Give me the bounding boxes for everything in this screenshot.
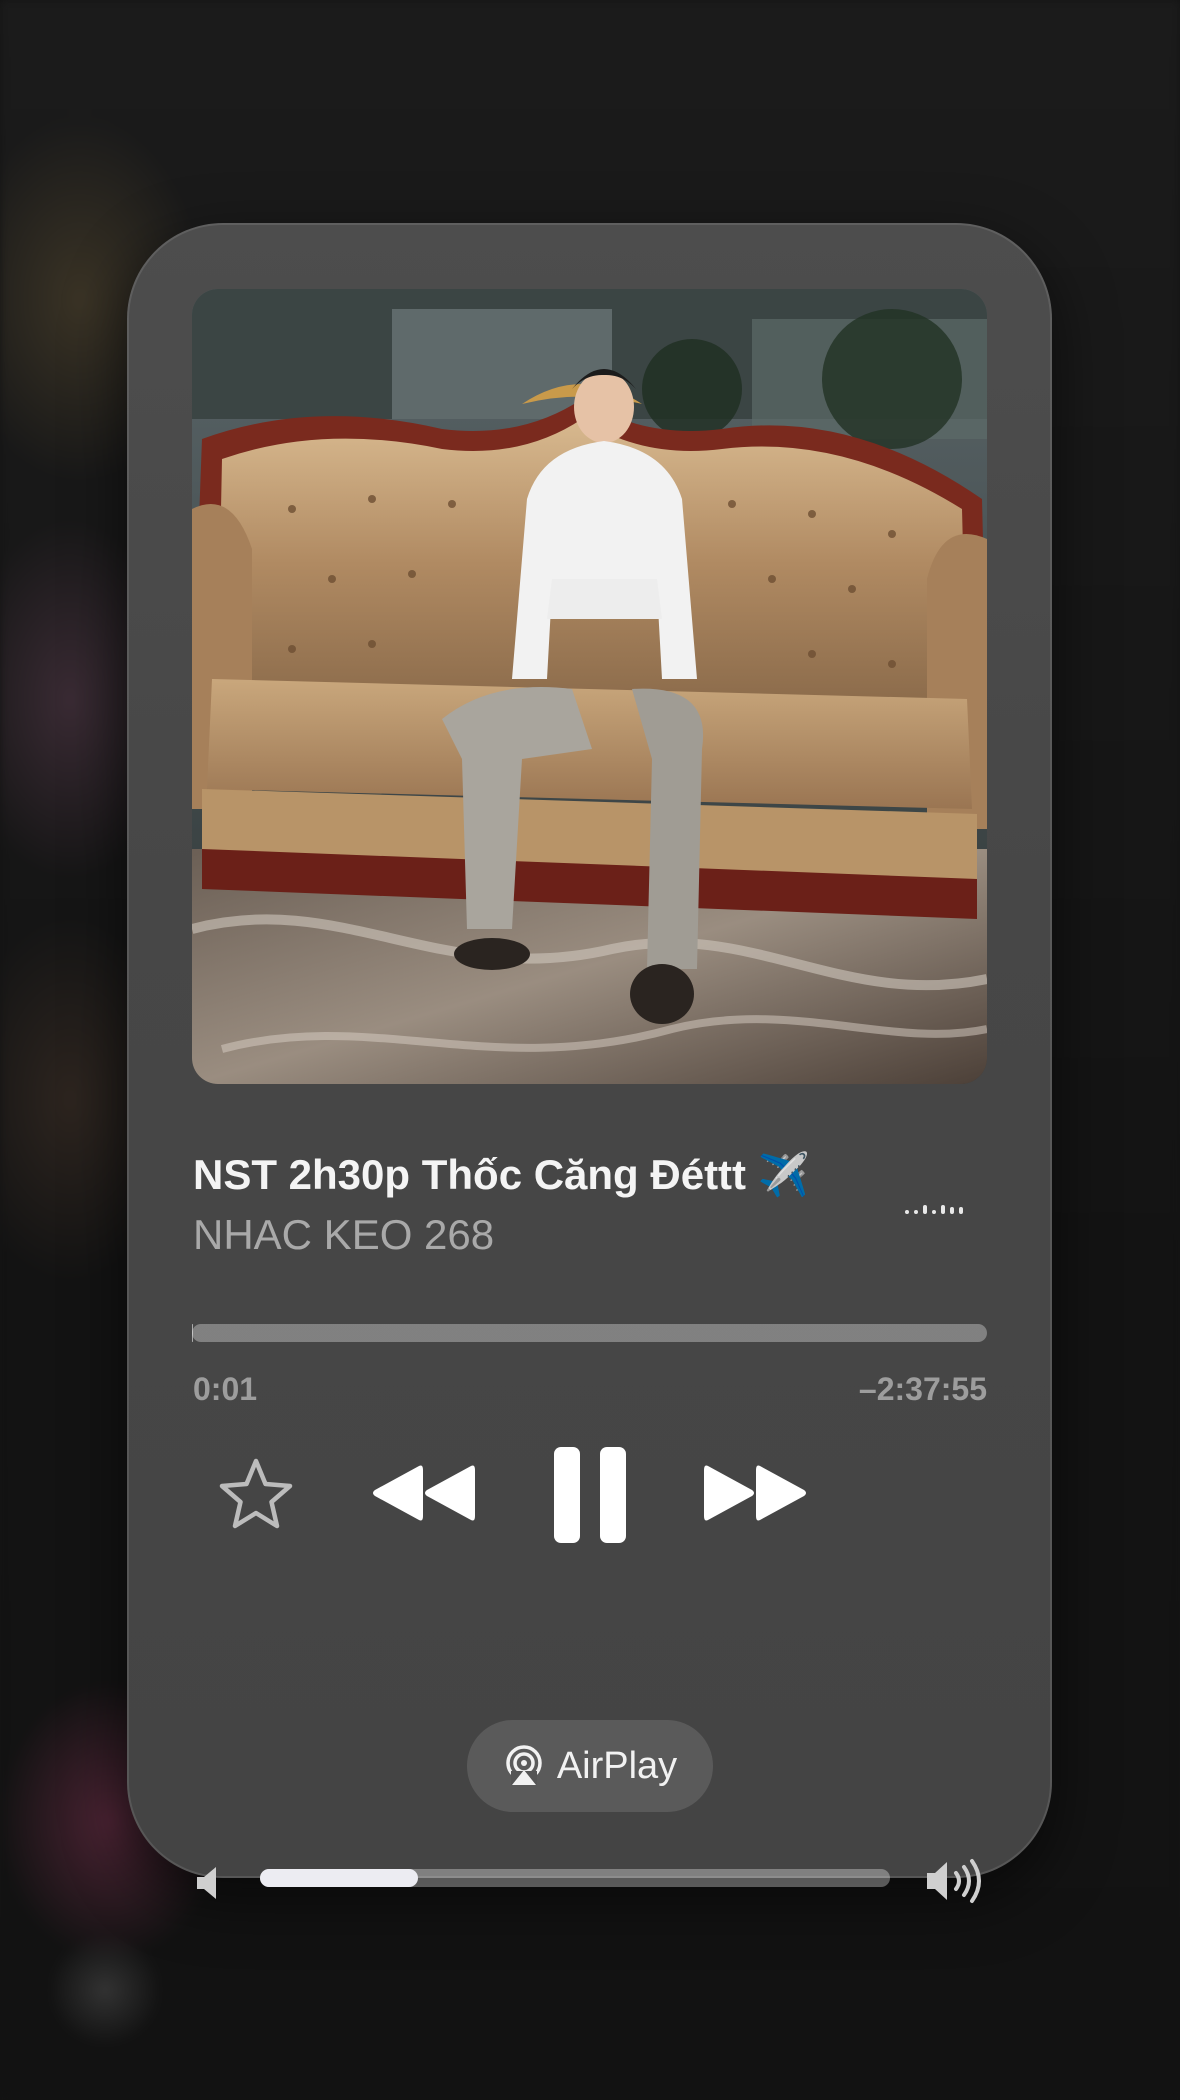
speaker-high-icon <box>927 1859 981 1903</box>
star-icon[interactable] <box>217 1455 295 1533</box>
album-artwork <box>192 289 987 1084</box>
track-title: NST 2h30p Thốc Căng Đéttt ✈️ <box>193 1151 810 1198</box>
rewind-icon[interactable] <box>367 1460 477 1526</box>
audio-waveform-icon <box>905 1205 963 1214</box>
airplay-icon <box>506 1745 542 1785</box>
airplay-label: AirPlay <box>556 1744 678 1787</box>
elapsed-time: 0:01 <box>193 1371 258 1407</box>
playback-progress-fill <box>192 1324 193 1342</box>
remaining-time: –2:37:55 <box>858 1371 987 1407</box>
playback-scrubber[interactable] <box>192 1324 987 1342</box>
pause-icon[interactable] <box>552 1445 628 1545</box>
speaker-low-icon <box>197 1867 216 1899</box>
airplay-button[interactable]: AirPlay <box>467 1720 713 1812</box>
fast-forward-icon[interactable] <box>702 1460 812 1526</box>
artist-name[interactable]: NHAC KEO 268 <box>193 1211 494 1259</box>
volume-level-fill <box>260 1869 418 1887</box>
now-playing-card: NST 2h30p Thốc Căng Đéttt ✈️ NHAC KEO 26… <box>127 223 1052 1903</box>
volume-slider[interactable] <box>260 1869 890 1887</box>
